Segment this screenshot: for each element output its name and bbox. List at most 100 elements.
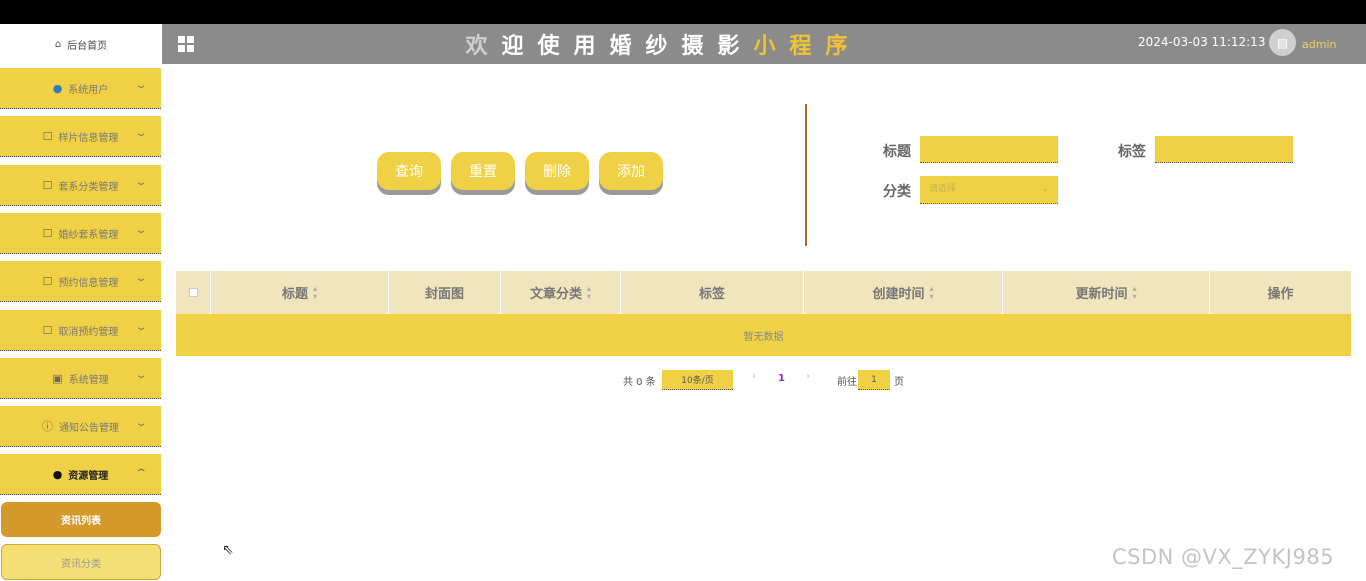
sidebar-item-booking-info[interactable]: ☐ 预约信息管理 ⌄ [0,261,161,302]
sidebar-subitem-label: 资讯分类 [61,558,101,570]
title-char: 使 [537,34,560,59]
page-title: 欢 迎 使 用 婚 纱 摄 影 小 程 序 [462,28,1062,60]
chevron-down-icon: ⌄ [134,177,148,188]
chevron-down-icon: ⌄ [134,273,148,284]
sidebar-item-cancel-booking[interactable]: ☐ 取消预约管理 ⌄ [0,310,161,351]
add-button[interactable]: 添加 [599,152,663,190]
home-icon: ⌂ [54,38,62,50]
sidebar-item-system-management[interactable]: ▣ 系统管理 ⌄ [0,358,161,399]
sidebar-item-label: 取消预约管理 [58,326,119,338]
chevron-down-icon: ⌄ [134,128,148,139]
column-label: 标签 [698,287,725,302]
sidebar-home-label: 后台首页 [67,40,108,52]
sidebar-item-system-users[interactable]: ● 系统用户 ⌄ [0,68,161,109]
prev-page-icon[interactable]: ‹ [752,371,756,382]
select-all-checkbox-cell [176,271,211,314]
sidebar-item-label: 通知公告管理 [59,422,119,434]
page-size-select[interactable]: 10条/页 [662,370,733,390]
column-header-tags: 标签 [621,271,804,314]
sort-icon[interactable]: ▴ ▾ [587,284,591,301]
chevron-down-icon: ⌄ [1041,184,1049,194]
category-filter-select[interactable]: 请选择 ⌄ [920,176,1058,204]
page-number[interactable]: 1 [778,373,785,384]
edit-icon: ☐ [42,323,53,337]
sidebar-item-label: 样片信息管理 [58,132,119,144]
username-label[interactable]: admin [1302,38,1336,51]
column-label: 标题 [281,287,308,302]
column-label: 创建时间 [872,287,925,302]
chevron-down-icon: ⌄ [134,370,148,381]
mouse-cursor-icon: ⇖ [222,542,234,558]
goto-label: 前往 [837,376,857,388]
tags-filter-input[interactable] [1155,136,1293,163]
sidebar-item-package-category[interactable]: ☐ 套系分类管理 ⌄ [0,165,161,206]
column-label: 操作 [1267,287,1294,302]
sort-icon[interactable]: ▴ ▾ [1133,284,1137,301]
image-icon: ▧ [1276,35,1289,50]
edit-icon: ☐ [42,129,53,143]
avatar[interactable]: ▧ [1269,29,1296,56]
pagination-total: 共 0 条 [623,376,656,388]
next-page-icon[interactable]: › [806,371,810,382]
title-filter-input[interactable] [920,136,1058,163]
location-icon: ● [52,467,63,481]
sidebar-item-resources[interactable]: ● 资源管理 ⌃ [0,454,161,495]
page-unit-label: 页 [894,376,904,388]
chevron-down-icon: ⌄ [134,322,148,333]
sidebar: ⌂ 后台首页 ● 系统用户 ⌄ ☐ 样片信息管理 ⌄ ☐ 套系分类管理 ⌄ ☐ … [0,24,162,581]
sidebar-item-sample-info[interactable]: ☐ 样片信息管理 ⌄ [0,116,161,157]
sidebar-item-label: 预约信息管理 [58,277,119,289]
title-char: 欢 [465,34,488,59]
sidebar-subitem-news-list[interactable]: 资讯列表 [1,502,161,537]
app-window: ⌂ 后台首页 ● 系统用户 ⌄ ☐ 样片信息管理 ⌄ ☐ 套系分类管理 ⌄ ☐ … [0,24,1366,581]
user-icon: ● [52,81,63,95]
sidebar-home[interactable]: ⌂ 后台首页 [0,24,162,64]
column-header-title[interactable]: 标题 ▴ ▾ [211,271,389,314]
title-char: 迎 [501,34,524,59]
top-header: 欢 迎 使 用 婚 纱 摄 影 小 程 序 2024-03-03 11:12:1… [162,24,1366,64]
sidebar-subitem-news-category[interactable]: 资讯分类 [1,544,161,580]
sort-icon[interactable]: ▴ ▾ [313,284,317,301]
divider [805,104,807,246]
table-header: 标题 ▴ ▾ 封面图 文章分类 ▴ ▾ 标签 创建时间 ▴ ▾ 更新时间 ▴ ▾ 操作 [176,271,1351,314]
edit-icon: ☐ [42,178,53,192]
sidebar-item-label: 系统用户 [68,84,109,96]
column-header-created[interactable]: 创建时间 ▴ ▾ [804,271,1003,314]
sidebar-item-label: 套系分类管理 [58,181,119,193]
header-datetime: 2024-03-03 11:12:13 [1138,35,1266,49]
chevron-up-icon: ⌃ [134,468,148,479]
menu-grid-icon[interactable] [178,36,194,52]
chevron-down-icon: ⌄ [134,225,148,236]
title-char: 婚 [609,34,632,59]
picture-icon: ▣ [52,371,63,385]
column-label: 封面图 [424,287,464,302]
column-label: 文章分类 [529,287,582,302]
title-char: 程 [789,34,812,59]
goto-page-input[interactable]: 1 [858,370,890,390]
reset-button[interactable]: 重置 [451,152,515,190]
sidebar-item-label: 婚纱套系管理 [58,229,119,241]
watermark: CSDN @VX_ZYKJ985 [1112,545,1335,569]
sidebar-item-announcements[interactable]: ⓘ 通知公告管理 ⌄ [0,406,161,447]
edit-icon: ☐ [42,274,53,288]
sort-icon[interactable]: ▴ ▾ [930,284,934,301]
edit-icon: ☐ [42,226,53,240]
delete-button[interactable]: 删除 [525,152,589,190]
chevron-down-icon: ⌄ [134,80,148,91]
query-button[interactable]: 查询 [377,152,441,190]
tags-filter-label: 标签 [1118,144,1146,160]
category-filter-label: 分类 [883,184,911,200]
title-char: 小 [753,34,776,59]
chevron-down-icon: ⌄ [134,418,148,429]
title-char: 序 [825,34,848,59]
sidebar-item-label: 资源管理 [68,470,109,482]
sidebar-subitem-label: 资讯列表 [61,516,101,527]
column-label: 更新时间 [1075,287,1128,302]
title-char: 摄 [681,34,704,59]
column-header-category[interactable]: 文章分类 ▴ ▾ [501,271,621,314]
sidebar-item-wedding-package[interactable]: ☐ 婚纱套系管理 ⌄ [0,213,161,254]
select-all-checkbox[interactable] [188,288,198,297]
column-header-updated[interactable]: 更新时间 ▴ ▾ [1003,271,1210,314]
info-icon: ⓘ [42,420,53,433]
sidebar-item-label: 系统管理 [68,374,109,386]
